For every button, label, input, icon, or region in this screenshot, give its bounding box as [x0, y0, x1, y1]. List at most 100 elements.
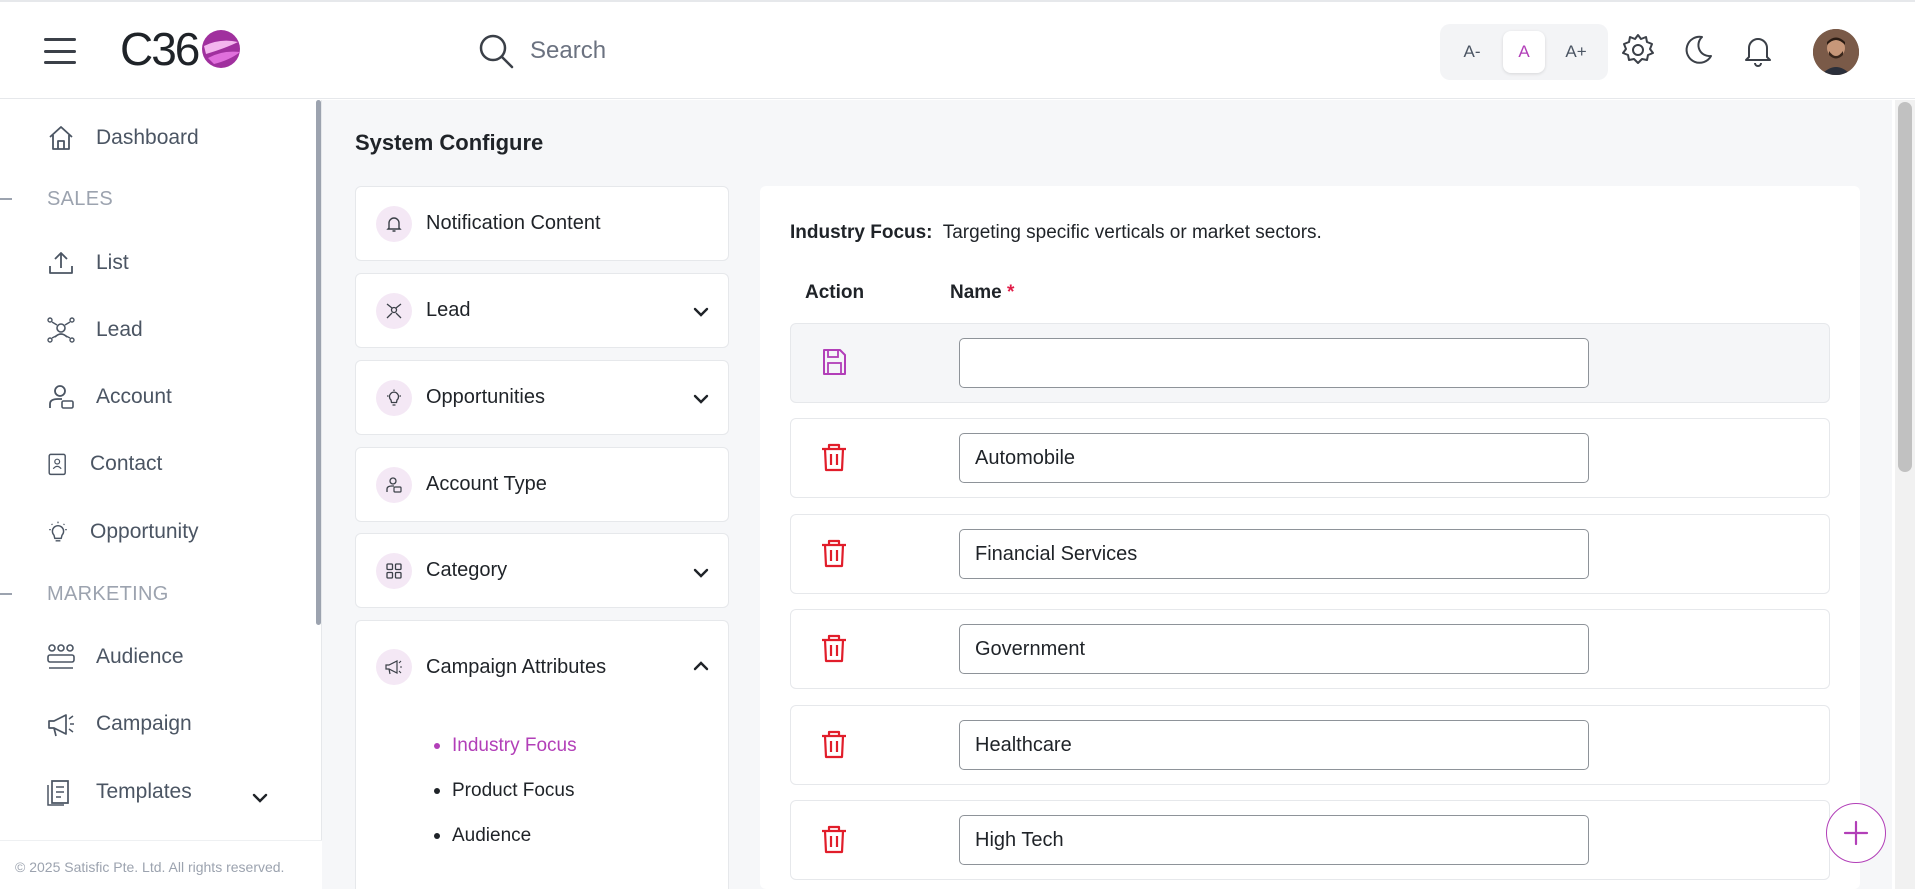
- new-name-input[interactable]: [959, 338, 1589, 388]
- bullet: [434, 832, 440, 839]
- megaphone-icon: [376, 649, 412, 685]
- trash-icon[interactable]: [819, 441, 849, 473]
- font-increase-button[interactable]: A+: [1555, 31, 1597, 73]
- sidebar-item-label: Templates: [96, 780, 192, 803]
- top-header: C36 A- A A+: [0, 0, 1915, 99]
- new-entry-row: [790, 323, 1830, 403]
- sidebar-item-label: Campaign: [96, 712, 192, 735]
- sub-item-label: Audience: [452, 824, 532, 846]
- home-icon: [49, 126, 73, 150]
- config-item-category[interactable]: Category: [355, 533, 729, 608]
- sub-item-product-focus[interactable]: Product Focus: [434, 768, 577, 813]
- name-input[interactable]: [959, 815, 1589, 865]
- table-row: [790, 418, 1830, 498]
- sidebar-item-label: Account: [96, 385, 172, 408]
- grid-icon: [376, 552, 412, 589]
- chevron-up-icon[interactable]: [690, 655, 712, 677]
- trash-icon[interactable]: [819, 823, 849, 855]
- add-button[interactable]: [1826, 803, 1886, 863]
- name-input[interactable]: [959, 624, 1589, 674]
- trash-icon[interactable]: [819, 632, 849, 664]
- config-item-label: Category: [426, 559, 508, 581]
- account-icon: [376, 466, 412, 503]
- sidebar-item-account[interactable]: Account: [46, 377, 172, 417]
- sidebar-item-label: Audience: [96, 645, 184, 668]
- font-decrease-button[interactable]: A-: [1451, 31, 1493, 73]
- panel-description: Industry Focus: Targeting specific verti…: [790, 222, 1322, 244]
- avatar[interactable]: [1813, 29, 1859, 75]
- name-input[interactable]: [959, 720, 1589, 770]
- column-header-name: Name *: [950, 282, 1014, 304]
- table-row: [790, 705, 1830, 785]
- trash-icon[interactable]: [819, 728, 849, 760]
- moon-icon[interactable]: [1680, 32, 1716, 68]
- campaign-sub-menu: Industry Focus Product Focus Audience: [434, 723, 577, 858]
- name-input[interactable]: [959, 433, 1589, 483]
- sidebar-scrollbar[interactable]: [316, 100, 321, 625]
- account-icon: [49, 385, 74, 409]
- campaign-attributes-header[interactable]: Campaign Attributes: [376, 621, 606, 713]
- chevron-down-icon[interactable]: [248, 786, 272, 810]
- sidebar: [0, 100, 322, 889]
- sidebar-item-audience[interactable]: Audience: [46, 637, 184, 677]
- sub-item-audience[interactable]: Audience: [434, 813, 577, 858]
- upload-icon: [49, 252, 73, 274]
- bell-icon[interactable]: [1740, 32, 1776, 68]
- logo-text: C36: [120, 23, 200, 75]
- config-item-label: Lead: [426, 299, 471, 321]
- trash-icon[interactable]: [819, 537, 849, 569]
- sidebar-item-campaign[interactable]: Campaign: [46, 704, 192, 744]
- sidebar-item-contact[interactable]: Contact: [46, 444, 162, 484]
- industry-focus-panel: Industry Focus: Targeting specific verti…: [760, 186, 1860, 889]
- save-icon[interactable]: [819, 346, 849, 378]
- megaphone-icon: [48, 714, 74, 737]
- search-input[interactable]: [530, 37, 830, 65]
- chevron-down-icon[interactable]: [690, 562, 712, 584]
- chevron-down-icon[interactable]: [690, 388, 712, 410]
- section-divider: [0, 593, 12, 595]
- required-marker: *: [1007, 282, 1015, 303]
- sidebar-item-label: Lead: [96, 318, 143, 341]
- config-item-account-type[interactable]: Account Type: [355, 447, 729, 522]
- panel-title: Industry Focus:: [790, 222, 933, 243]
- sidebar-item-list[interactable]: List: [46, 243, 129, 283]
- table-row: [790, 609, 1830, 689]
- table-row: [790, 800, 1830, 880]
- section-label-sales: SALES: [47, 188, 113, 210]
- copyright-footer: © 2025 Satisfic Pte. Ltd. All rights res…: [0, 840, 322, 889]
- chevron-down-icon[interactable]: [690, 301, 712, 323]
- config-item-lead[interactable]: Lead: [355, 273, 729, 348]
- sidebar-item-label: Contact: [90, 452, 163, 475]
- name-input[interactable]: [959, 529, 1589, 579]
- config-item-notification-content[interactable]: Notification Content: [355, 186, 729, 261]
- sidebar-item-opportunity[interactable]: Opportunity: [46, 512, 199, 552]
- lightbulb-icon: [49, 521, 67, 542]
- sidebar-item-lead[interactable]: Lead: [46, 310, 143, 350]
- sidebar-item-label: List: [96, 251, 129, 274]
- sub-item-industry-focus[interactable]: Industry Focus: [434, 723, 577, 768]
- bullet: [434, 742, 440, 749]
- sidebar-item-dashboard[interactable]: Dashboard: [46, 118, 199, 158]
- font-size-control: A- A A+: [1440, 24, 1608, 80]
- config-item-label: Opportunities: [426, 386, 545, 408]
- section-divider: [0, 198, 12, 200]
- config-item-opportunities[interactable]: Opportunities: [355, 360, 729, 435]
- search-bar[interactable]: [476, 28, 876, 74]
- bullet: [434, 787, 440, 794]
- panel-description-text: Targeting specific verticals or market s…: [942, 222, 1322, 243]
- config-item-campaign-attributes: Campaign Attributes Industry Focus Produ…: [355, 620, 729, 889]
- font-normal-button[interactable]: A: [1503, 31, 1545, 73]
- logo[interactable]: C36: [120, 23, 242, 75]
- main-scrollbar-thumb[interactable]: [1898, 102, 1912, 472]
- lightbulb-icon: [376, 379, 412, 416]
- bell-icon: [376, 205, 412, 242]
- menu-icon[interactable]: [44, 38, 76, 64]
- search-icon: [479, 34, 514, 69]
- sub-item-label: Product Focus: [452, 779, 575, 801]
- lead-network-icon: [376, 292, 412, 329]
- config-item-label: Notification Content: [426, 212, 601, 234]
- sidebar-item-templates[interactable]: Templates: [46, 772, 192, 812]
- contact-icon: [48, 453, 66, 476]
- gear-icon[interactable]: [1620, 32, 1656, 68]
- templates-icon: [47, 780, 69, 806]
